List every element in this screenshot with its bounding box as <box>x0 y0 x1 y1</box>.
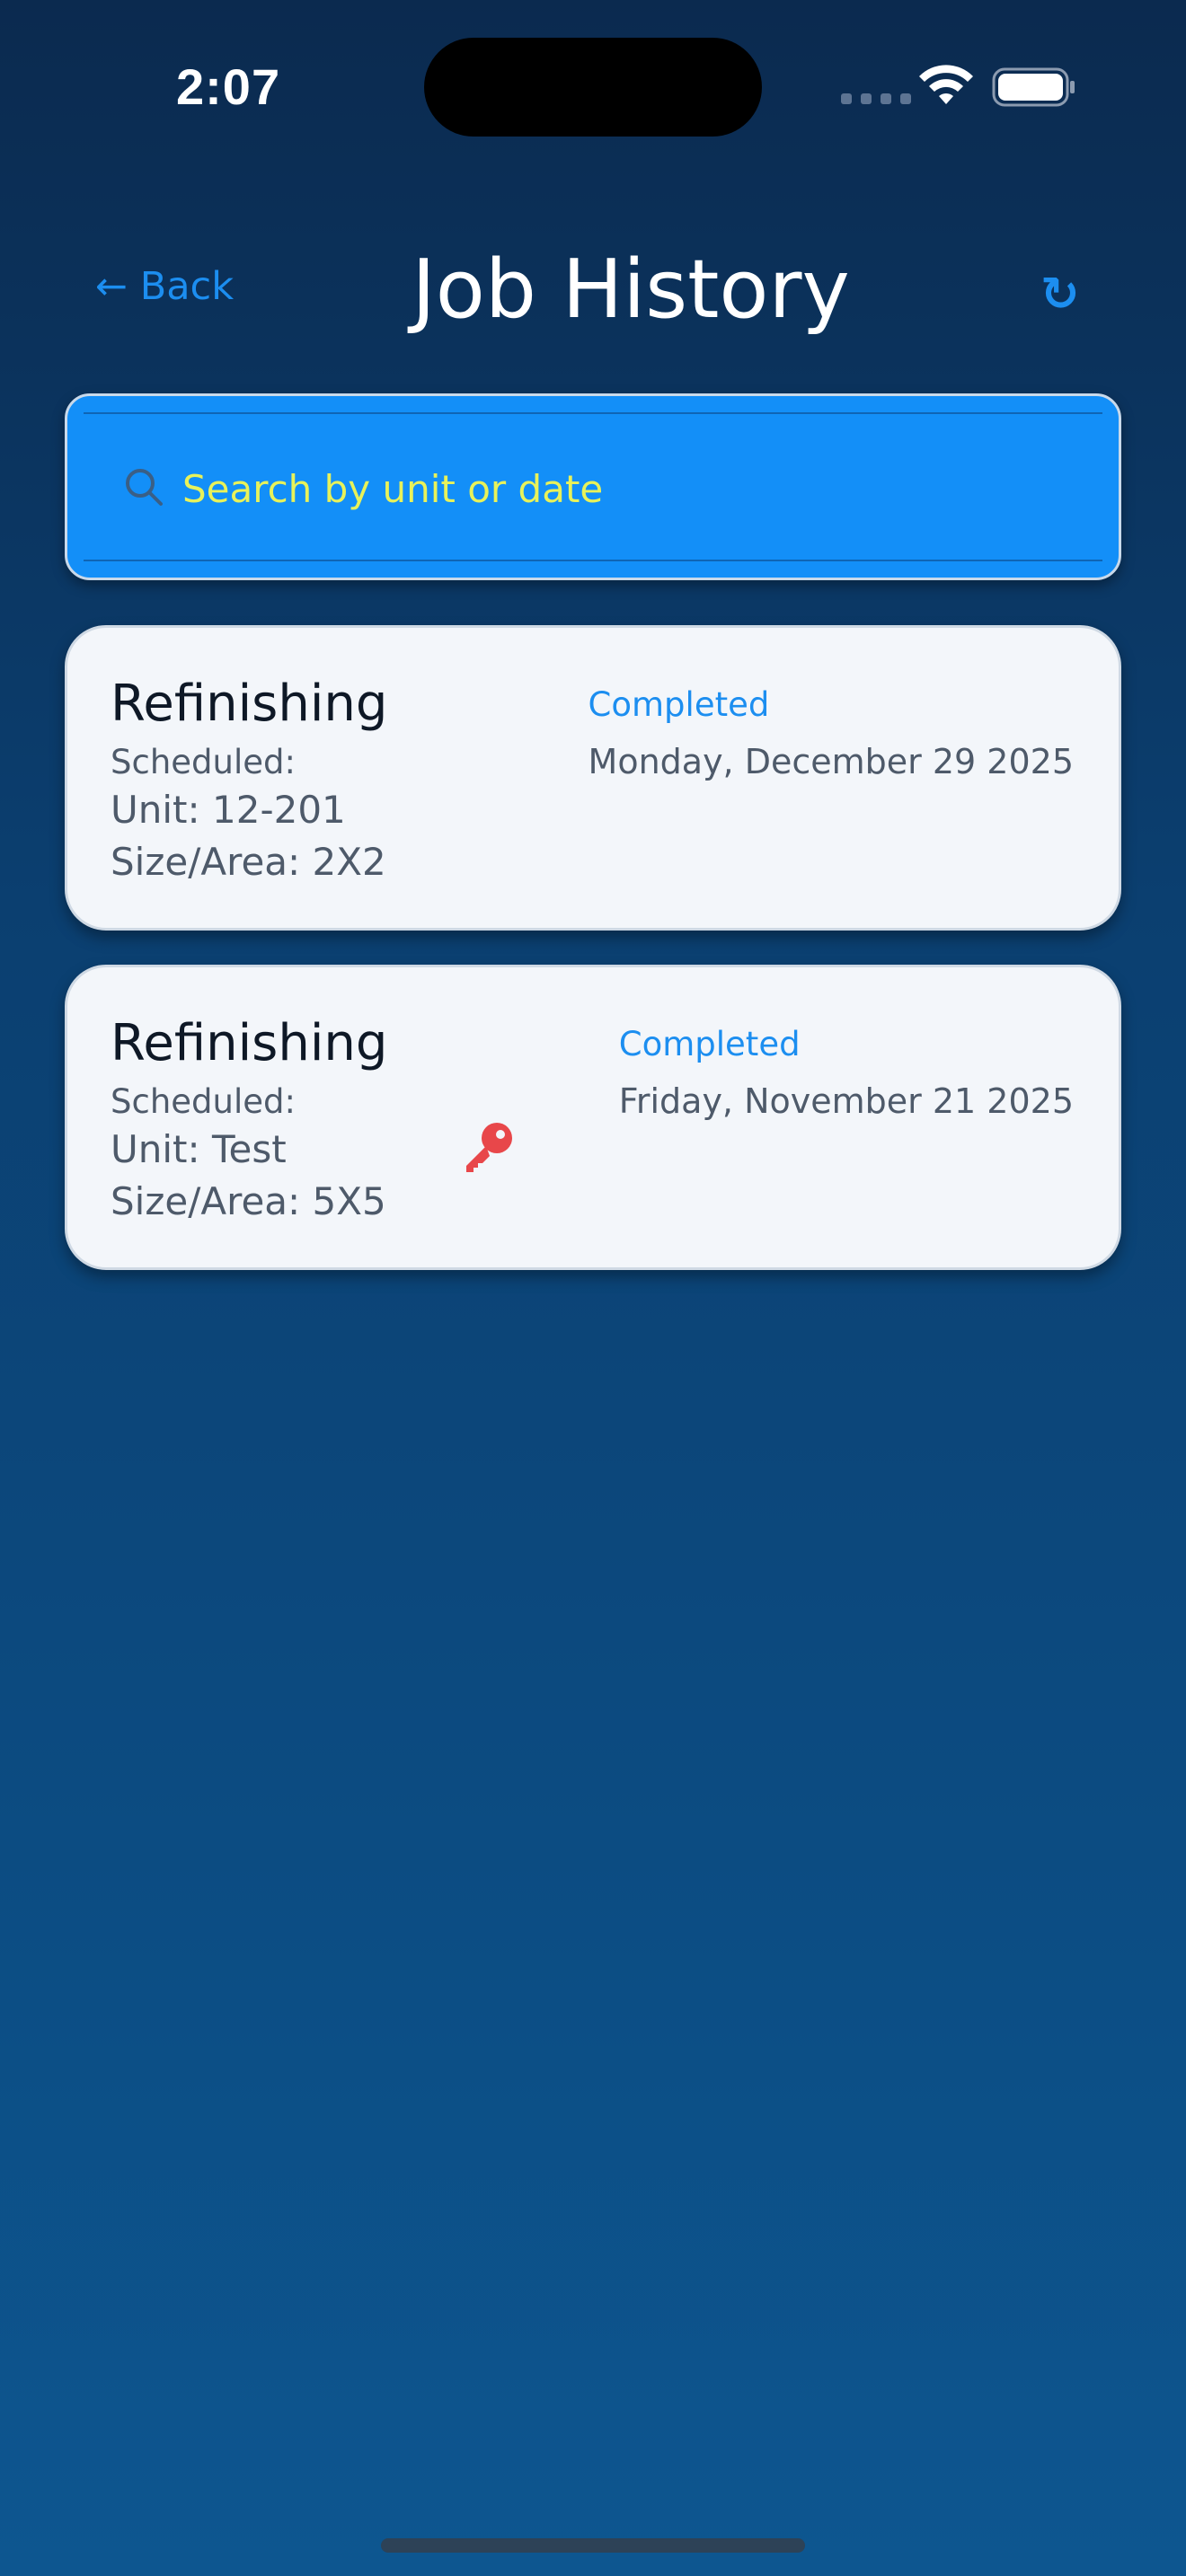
refresh-icon[interactable]: ↻ <box>1040 268 1080 322</box>
job-card[interactable]: Refinishing Scheduled: Unit: 12-201 Size… <box>65 625 1121 931</box>
job-date: Monday, December 29 2025 <box>588 742 1074 781</box>
job-title: Refinishing <box>111 675 388 733</box>
job-unit: Unit: 12-201 <box>111 788 346 832</box>
key-icon <box>466 1123 512 1172</box>
job-status: Completed <box>588 685 770 724</box>
job-status-column: Completed Friday, November 21 2025 <box>619 1025 1074 1121</box>
job-title: Refinishing <box>111 1014 388 1072</box>
job-scheduled-label: Scheduled: <box>111 743 296 781</box>
status-time: 2:07 <box>176 58 281 115</box>
home-indicator[interactable] <box>381 2538 805 2553</box>
wifi-icon <box>919 65 973 104</box>
job-date: Friday, November 21 2025 <box>618 1081 1074 1121</box>
search-bar-divider-bottom <box>84 560 1102 561</box>
battery-icon <box>992 67 1075 107</box>
search-bar[interactable] <box>65 393 1121 580</box>
search-bar-divider-top <box>84 412 1102 414</box>
job-status-column: Completed Monday, December 29 2025 <box>589 685 1074 781</box>
dynamic-island <box>424 38 762 137</box>
search-icon <box>126 469 163 506</box>
cellular-signal-icon <box>841 93 911 104</box>
job-unit: Unit: Test <box>111 1127 287 1171</box>
job-status: Completed <box>618 1025 801 1063</box>
page-title: Job History <box>412 243 850 337</box>
job-size: Size/Area: 5X5 <box>111 1179 386 1223</box>
job-scheduled-label: Scheduled: <box>111 1082 296 1121</box>
job-card[interactable]: Refinishing Scheduled: Unit: Test Size/A… <box>65 965 1121 1270</box>
search-input[interactable] <box>181 452 1083 525</box>
job-size: Size/Area: 2X2 <box>111 840 386 884</box>
